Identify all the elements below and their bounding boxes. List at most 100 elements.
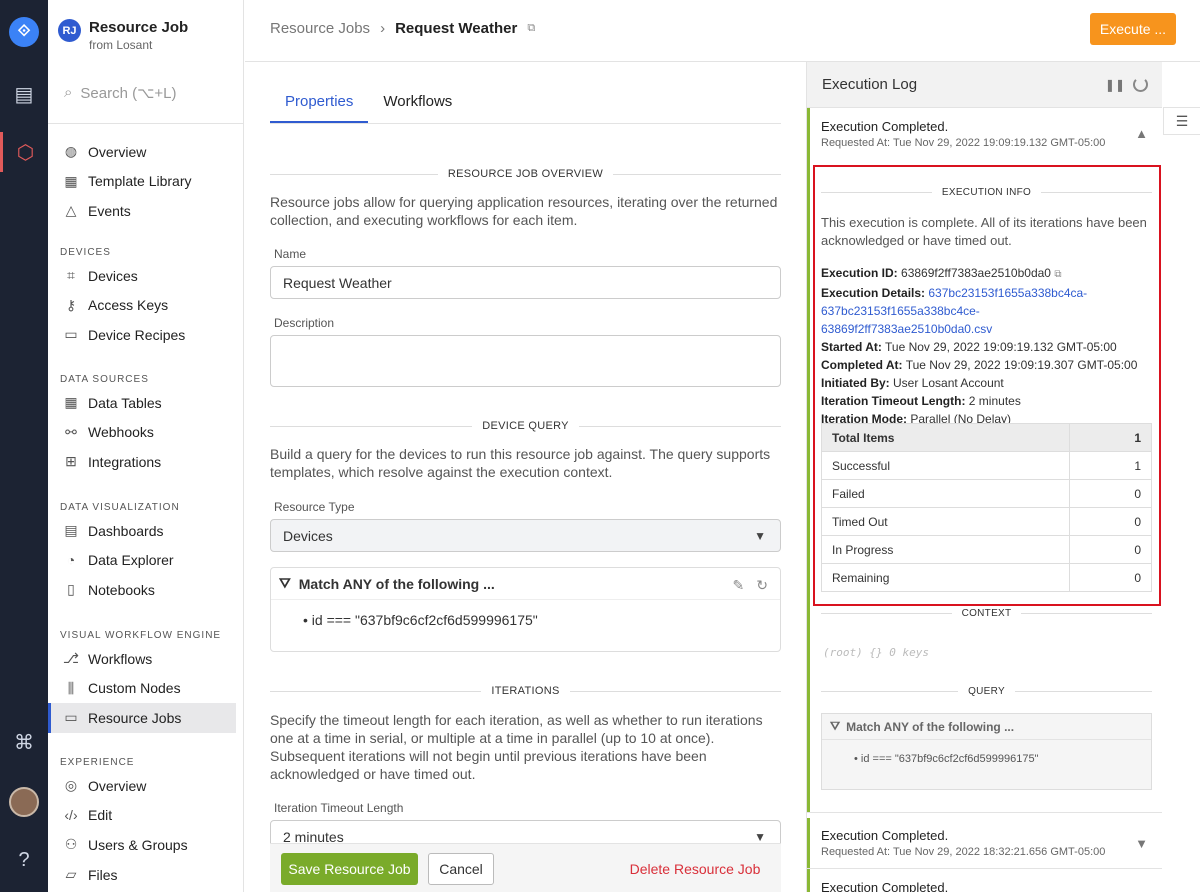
context-json[interactable]: (root) {} 0 keys: [823, 646, 929, 659]
table-row: Total Items 1: [821, 423, 1153, 452]
sidebar-item-data-explorer[interactable]: ◔ Data Explorer: [48, 546, 244, 576]
iterations-description: Specify the timeout length for each iter…: [270, 712, 763, 782]
log-entry[interactable]: Execution Completed.: [821, 880, 1151, 892]
integrations-icon: ⊞: [65, 453, 77, 470]
main-content: Properties Workflows RESOURCE JOB OVERVI…: [245, 62, 807, 892]
sidebar-item-devices[interactable]: ⌗ Devices: [48, 261, 244, 291]
sidebar-item-data-tables[interactable]: ▦ Data Tables: [48, 388, 244, 418]
execution-details-link[interactable]: 637bc23153f1655a338bc4ca-: [928, 286, 1087, 300]
overview-description: Resource jobs allow for querying applica…: [270, 194, 778, 228]
files-icon: ▱: [65, 866, 77, 883]
query-match-label: Match ANY of the following ...: [846, 719, 1015, 734]
top-bar: Resource Jobs › Request Weather ⧉ Execut…: [245, 0, 1200, 62]
avatar[interactable]: [9, 787, 39, 817]
nav-heading-workflow-engine: VISUAL WORKFLOW ENGINE: [60, 630, 222, 641]
sidebar-item-events[interactable]: △ Events: [48, 196, 244, 226]
search-input[interactable]: Search (⌥+L): [80, 84, 176, 102]
cube-icon[interactable]: ⬡: [0, 132, 48, 172]
execution-details-link-cont[interactable]: 637bc23153f1655a338bc4ce-63869f2ff7383ae…: [821, 304, 992, 336]
collapse-icon[interactable]: ▲: [1135, 126, 1148, 141]
pencil-icon[interactable]: ✎: [733, 577, 745, 594]
nav-heading-devices: DEVICES: [60, 247, 111, 258]
query-header: ⛛ Match ANY of the following ...: [271, 568, 780, 600]
log-entry[interactable]: Execution Completed. Requested At: Tue N…: [821, 119, 1151, 149]
nav-heading-experience: EXPERIENCE: [60, 757, 135, 768]
app-rail: ⟐ ▤ ⬡ ⌘ ?: [0, 0, 48, 892]
table-row: Remaining 0: [821, 563, 1153, 592]
name-field[interactable]: Request Weather: [270, 266, 781, 299]
sidebar-item-template-library[interactable]: ▦ Template Library: [48, 167, 244, 197]
sidebar-item-files[interactable]: ▱ Files: [48, 860, 244, 890]
data-tables-icon: ▦: [64, 394, 78, 411]
execution-log-header: Execution Log ❚❚: [807, 62, 1162, 108]
help-icon[interactable]: ?: [0, 840, 48, 880]
losant-logo-icon[interactable]: ⟐: [9, 17, 39, 47]
access-keys-icon: ⚷: [65, 296, 77, 313]
notebooks-icon: ▯: [67, 581, 75, 598]
copy-icon[interactable]: ⧉: [527, 22, 535, 35]
tab-properties[interactable]: Properties: [270, 84, 369, 123]
sidebar-item-notebooks[interactable]: ▯ Notebooks: [48, 575, 244, 605]
table-row: Successful 1: [821, 451, 1153, 480]
nav-data-visualization: DATA VISUALIZATION ▤ Dashboards ◔ Data Exp…: [48, 500, 244, 605]
description-field[interactable]: [270, 335, 781, 387]
sidebar-item-dashboards[interactable]: ▤ Dashboards: [48, 516, 244, 546]
sidebar: RJ Resource Job from Losant ⌕ Search (⌥+…: [48, 0, 244, 892]
log-entry[interactable]: Execution Completed. Requested At: Tue N…: [821, 828, 1151, 858]
applications-icon[interactable]: ▤: [0, 74, 48, 114]
query-match-label: Match ANY of the following ...: [298, 575, 495, 592]
search-box[interactable]: ⌕ Search (⌥+L): [48, 62, 244, 124]
sidebar-item-workflows[interactable]: ⎇ Workflows: [48, 644, 244, 674]
save-button[interactable]: Save Resource Job: [281, 853, 418, 885]
section-title-iterations: ITERATIONS: [270, 685, 781, 697]
sidebar-item-custom-nodes[interactable]: ⫼ Custom Nodes: [48, 674, 244, 704]
sidebar-item-overview[interactable]: ◍ Overview: [48, 137, 244, 167]
expand-icon[interactable]: ▼: [1135, 836, 1148, 851]
delete-button[interactable]: Delete Resource Job: [625, 853, 765, 885]
chevron-down-icon: ▼: [754, 829, 766, 844]
copy-icon[interactable]: ⧉: [1054, 269, 1061, 280]
sidebar-item-access-keys[interactable]: ⚷ Access Keys: [48, 291, 244, 321]
device-recipes-icon: ▭: [64, 326, 78, 343]
sidebar-item-device-recipes[interactable]: ▭ Device Recipes: [48, 320, 244, 350]
app-header[interactable]: RJ Resource Job from Losant: [58, 18, 188, 52]
device-query-box: ⛛ Match ANY of the following ... ✎ ↻ • i…: [270, 567, 781, 652]
breadcrumb-parent[interactable]: Resource Jobs: [270, 20, 370, 37]
table-row: Timed Out 0: [821, 507, 1153, 536]
section-title-query: QUERY: [821, 686, 1152, 697]
device-query-description: Build a query for the devices to run thi…: [270, 446, 771, 480]
webhooks-icon: ⚯: [65, 423, 77, 440]
nav-heading-data-visualization: DATA VISUALIZATION: [60, 502, 180, 513]
overview-icon: ◍: [64, 143, 78, 160]
network-icon[interactable]: ⌘: [0, 722, 48, 762]
nav-experience: EXPERIENCE ◎ Overview ‹/› Edit ⚇ Users & Gr…: [48, 755, 244, 889]
sidebar-item-users-groups[interactable]: ⚇ Users & Groups: [48, 830, 244, 860]
list-icon[interactable]: ☰: [1163, 107, 1200, 135]
action-bar: Save Resource Job Cancel Delete Resource…: [270, 843, 781, 892]
sidebar-item-webhooks[interactable]: ⚯ Webhooks: [48, 418, 244, 448]
description-label: Description: [274, 316, 335, 330]
breadcrumb-separator: ›: [380, 20, 386, 37]
table-row: In Progress 0: [821, 535, 1153, 564]
execute-button[interactable]: Execute ...: [1090, 13, 1176, 45]
pause-icon[interactable]: ❚❚: [1105, 78, 1125, 92]
sidebar-item-resource-jobs[interactable]: ▭ Resource Jobs: [48, 703, 236, 733]
refresh-icon[interactable]: ↻: [756, 577, 768, 594]
sidebar-item-edit[interactable]: ‹/› Edit: [48, 801, 244, 831]
section-title-context: CONTEXT: [821, 608, 1152, 619]
name-label: Name: [274, 247, 307, 261]
nav-workflow-engine: VISUAL WORKFLOW ENGINE ⎇ Workflows ⫼ Custo…: [48, 628, 244, 733]
sidebar-item-integrations[interactable]: ⊞ Integrations: [48, 447, 244, 477]
breadcrumb: Resource Jobs › Request Weather ⧉: [270, 20, 535, 37]
cancel-button[interactable]: Cancel: [428, 853, 494, 885]
section-title-execution-info: EXECUTION INFO: [821, 187, 1152, 198]
execution-summary: This execution is complete. All of its i…: [821, 215, 1147, 248]
tab-workflows[interactable]: Workflows: [368, 84, 467, 123]
execution-id: 63869f2ff7383ae2510b0da0: [901, 266, 1051, 280]
status-bar: [807, 108, 810, 812]
sidebar-item-experience-overview[interactable]: ◎ Overview: [48, 771, 244, 801]
query-condition: • id === "637bf9c6cf2cf6d599996175": [854, 753, 1039, 765]
filter-icon: ⛛: [830, 719, 841, 733]
execution-details: Execution ID: 63869f2ff7383ae2510b0da0 ⧉…: [821, 266, 1138, 426]
resource-type-select[interactable]: Devices ▼: [270, 519, 781, 552]
